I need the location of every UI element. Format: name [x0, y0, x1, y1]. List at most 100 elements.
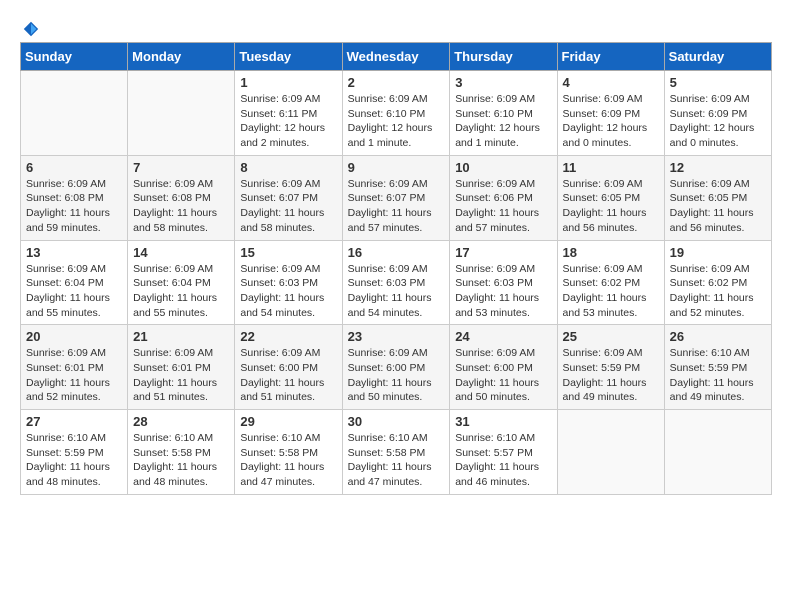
column-header-tuesday: Tuesday — [235, 43, 342, 71]
column-header-thursday: Thursday — [450, 43, 557, 71]
cell-info: Sunrise: 6:09 AM Sunset: 6:00 PM Dayligh… — [348, 346, 445, 405]
cell-info: Sunrise: 6:09 AM Sunset: 6:11 PM Dayligh… — [240, 92, 336, 151]
cell-info: Sunrise: 6:09 AM Sunset: 6:07 PM Dayligh… — [348, 177, 445, 236]
calendar-cell: 14 Sunrise: 6:09 AM Sunset: 6:04 PM Dayli… — [128, 240, 235, 325]
cell-info: Sunrise: 6:09 AM Sunset: 6:03 PM Dayligh… — [455, 262, 551, 321]
calendar-cell — [664, 410, 771, 495]
day-number: 10 — [455, 160, 551, 175]
day-number: 9 — [348, 160, 445, 175]
calendar-week-row: 1 Sunrise: 6:09 AM Sunset: 6:11 PM Daylig… — [21, 71, 772, 156]
calendar-cell — [21, 71, 128, 156]
day-number: 3 — [455, 75, 551, 90]
day-number: 20 — [26, 329, 122, 344]
column-header-saturday: Saturday — [664, 43, 771, 71]
calendar-cell: 17Sunrise: 6:09 AM Sunset: 6:03 PM Dayli… — [450, 240, 557, 325]
calendar-cell: 30Sunrise: 6:10 AM Sunset: 5:58 PM Dayli… — [342, 410, 450, 495]
calendar-cell: 29 Sunrise: 6:10 AM Sunset: 5:58 PM Dayli… — [235, 410, 342, 495]
cell-info: Sunrise: 6:09 AM Sunset: 6:10 PM Dayligh… — [348, 92, 445, 151]
cell-info: Sunrise: 6:09 AM Sunset: 6:04 PM Dayligh… — [26, 262, 122, 321]
day-number: 22 — [240, 329, 336, 344]
cell-info: Sunrise: 6:10 AM Sunset: 5:58 PM Dayligh… — [348, 431, 445, 490]
cell-info: Sunrise: 6:10 AM Sunset: 5:58 PM Dayligh… — [240, 431, 336, 490]
calendar-cell: 6 Sunrise: 6:09 AM Sunset: 6:08 PM Daylig… — [21, 155, 128, 240]
calendar-cell — [557, 410, 664, 495]
day-number: 23 — [348, 329, 445, 344]
calendar-cell: 24 Sunrise: 6:09 AM Sunset: 6:00 PM Dayli… — [450, 325, 557, 410]
cell-info: Sunrise: 6:09 AM Sunset: 6:03 PM Dayligh… — [348, 262, 445, 321]
calendar-cell: 10 Sunrise: 6:09 AM Sunset: 6:06 PM Dayli… — [450, 155, 557, 240]
cell-info: Sunrise: 6:09 AM Sunset: 5:59 PM Dayligh… — [563, 346, 659, 405]
day-number: 7 — [133, 160, 229, 175]
cell-info: Sunrise: 6:10 AM Sunset: 5:57 PM Dayligh… — [455, 431, 551, 490]
calendar-cell: 12 Sunrise: 6:09 AM Sunset: 6:05 PM Dayli… — [664, 155, 771, 240]
cell-info: Sunrise: 6:09 AM Sunset: 6:02 PM Dayligh… — [670, 262, 766, 321]
cell-info: Sunrise: 6:09 AM Sunset: 6:05 PM Dayligh… — [670, 177, 766, 236]
day-number: 4 — [563, 75, 659, 90]
column-header-sunday: Sunday — [21, 43, 128, 71]
calendar-cell: 13 Sunrise: 6:09 AM Sunset: 6:04 PM Dayli… — [21, 240, 128, 325]
cell-info: Sunrise: 6:10 AM Sunset: 5:58 PM Dayligh… — [133, 431, 229, 490]
day-number: 31 — [455, 414, 551, 429]
day-number: 11 — [563, 160, 659, 175]
calendar-cell: 11Sunrise: 6:09 AM Sunset: 6:05 PM Dayli… — [557, 155, 664, 240]
day-number: 8 — [240, 160, 336, 175]
calendar-cell: 27 Sunrise: 6:10 AM Sunset: 5:59 PM Dayli… — [21, 410, 128, 495]
cell-info: Sunrise: 6:09 AM Sunset: 6:02 PM Dayligh… — [563, 262, 659, 321]
day-number: 18 — [563, 245, 659, 260]
day-number: 27 — [26, 414, 122, 429]
calendar-cell: 16 Sunrise: 6:09 AM Sunset: 6:03 PM Dayli… — [342, 240, 450, 325]
calendar-cell: 15 Sunrise: 6:09 AM Sunset: 6:03 PM Dayli… — [235, 240, 342, 325]
cell-info: Sunrise: 6:09 AM Sunset: 6:03 PM Dayligh… — [240, 262, 336, 321]
day-number: 2 — [348, 75, 445, 90]
calendar-cell: 20 Sunrise: 6:09 AM Sunset: 6:01 PM Dayli… — [21, 325, 128, 410]
day-number: 16 — [348, 245, 445, 260]
calendar-cell: 2 Sunrise: 6:09 AM Sunset: 6:10 PM Daylig… — [342, 71, 450, 156]
cell-info: Sunrise: 6:09 AM Sunset: 6:07 PM Dayligh… — [240, 177, 336, 236]
page-header — [20, 20, 772, 32]
day-number: 19 — [670, 245, 766, 260]
day-number: 5 — [670, 75, 766, 90]
day-number: 13 — [26, 245, 122, 260]
cell-info: Sunrise: 6:09 AM Sunset: 6:04 PM Dayligh… — [133, 262, 229, 321]
calendar-cell: 5 Sunrise: 6:09 AM Sunset: 6:09 PM Daylig… — [664, 71, 771, 156]
day-number: 29 — [240, 414, 336, 429]
calendar-cell: 8 Sunrise: 6:09 AM Sunset: 6:07 PM Daylig… — [235, 155, 342, 240]
calendar-cell: 3Sunrise: 6:09 AM Sunset: 6:10 PM Daylig… — [450, 71, 557, 156]
cell-info: Sunrise: 6:09 AM Sunset: 6:08 PM Dayligh… — [133, 177, 229, 236]
cell-info: Sunrise: 6:09 AM Sunset: 6:01 PM Dayligh… — [26, 346, 122, 405]
cell-info: Sunrise: 6:09 AM Sunset: 6:00 PM Dayligh… — [455, 346, 551, 405]
calendar-header-row: SundayMondayTuesdayWednesdayThursdayFrid… — [21, 43, 772, 71]
cell-info: Sunrise: 6:09 AM Sunset: 6:00 PM Dayligh… — [240, 346, 336, 405]
calendar-cell: 4 Sunrise: 6:09 AM Sunset: 6:09 PM Daylig… — [557, 71, 664, 156]
calendar-week-row: 6 Sunrise: 6:09 AM Sunset: 6:08 PM Daylig… — [21, 155, 772, 240]
cell-info: Sunrise: 6:09 AM Sunset: 6:06 PM Dayligh… — [455, 177, 551, 236]
day-number: 25 — [563, 329, 659, 344]
cell-info: Sunrise: 6:10 AM Sunset: 5:59 PM Dayligh… — [670, 346, 766, 405]
cell-info: Sunrise: 6:09 AM Sunset: 6:08 PM Dayligh… — [26, 177, 122, 236]
day-number: 12 — [670, 160, 766, 175]
day-number: 24 — [455, 329, 551, 344]
calendar-cell: 25 Sunrise: 6:09 AM Sunset: 5:59 PM Dayli… — [557, 325, 664, 410]
cell-info: Sunrise: 6:10 AM Sunset: 5:59 PM Dayligh… — [26, 431, 122, 490]
day-number: 21 — [133, 329, 229, 344]
calendar-week-row: 20 Sunrise: 6:09 AM Sunset: 6:01 PM Dayli… — [21, 325, 772, 410]
day-number: 6 — [26, 160, 122, 175]
cell-info: Sunrise: 6:09 AM Sunset: 6:09 PM Dayligh… — [563, 92, 659, 151]
calendar-cell: 21Sunrise: 6:09 AM Sunset: 6:01 PM Dayli… — [128, 325, 235, 410]
day-number: 15 — [240, 245, 336, 260]
logo-icon — [22, 20, 40, 38]
day-number: 26 — [670, 329, 766, 344]
calendar-cell: 31 Sunrise: 6:10 AM Sunset: 5:57 PM Dayli… — [450, 410, 557, 495]
calendar-cell: 18 Sunrise: 6:09 AM Sunset: 6:02 PM Dayli… — [557, 240, 664, 325]
calendar-cell: 7 Sunrise: 6:09 AM Sunset: 6:08 PM Daylig… — [128, 155, 235, 240]
calendar-cell: 22 Sunrise: 6:09 AM Sunset: 6:00 PM Dayli… — [235, 325, 342, 410]
logo — [20, 20, 40, 32]
calendar-cell: 9 Sunrise: 6:09 AM Sunset: 6:07 PM Daylig… — [342, 155, 450, 240]
calendar-table: SundayMondayTuesdayWednesdayThursdayFrid… — [20, 42, 772, 495]
calendar-week-row: 27 Sunrise: 6:10 AM Sunset: 5:59 PM Dayli… — [21, 410, 772, 495]
cell-info: Sunrise: 6:09 AM Sunset: 6:09 PM Dayligh… — [670, 92, 766, 151]
calendar-week-row: 13 Sunrise: 6:09 AM Sunset: 6:04 PM Dayli… — [21, 240, 772, 325]
day-number: 14 — [133, 245, 229, 260]
calendar-cell: 28Sunrise: 6:10 AM Sunset: 5:58 PM Dayli… — [128, 410, 235, 495]
day-number: 1 — [240, 75, 336, 90]
